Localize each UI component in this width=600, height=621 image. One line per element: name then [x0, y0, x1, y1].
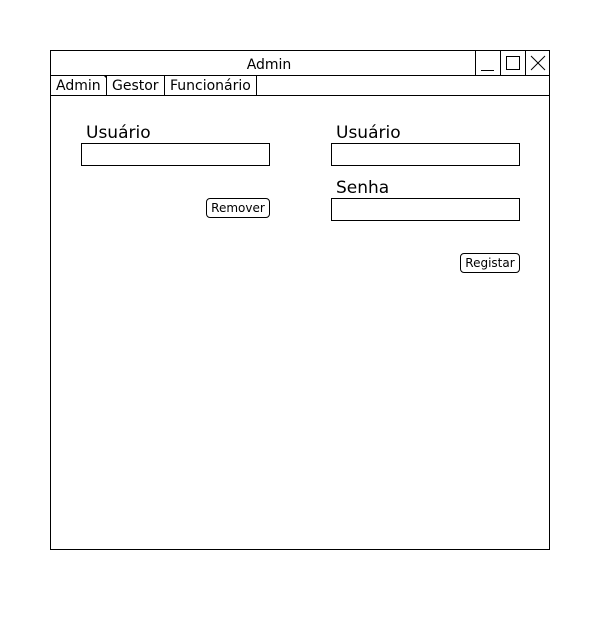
minimize-icon — [481, 70, 494, 71]
close-button[interactable] — [525, 51, 549, 75]
admin-window: Admin Admin Gestor Funcionário Usuário R… — [50, 50, 550, 550]
register-button[interactable]: Registar — [460, 253, 520, 273]
register-user-label: Usuário — [336, 123, 401, 143]
tab-funcionario-label: Funcionário — [170, 78, 251, 94]
maximize-icon — [506, 56, 520, 70]
register-user-input[interactable] — [331, 143, 520, 166]
tab-admin-label: Admin — [56, 78, 101, 94]
close-icon — [530, 55, 546, 71]
tab-gestor[interactable]: Gestor — [107, 76, 165, 95]
maximize-button[interactable] — [500, 51, 524, 75]
minimize-button[interactable] — [475, 51, 499, 75]
tab-bar: Admin Gestor Funcionário — [51, 75, 549, 96]
remove-button[interactable]: Remover — [206, 198, 270, 218]
tab-funcionario[interactable]: Funcionário — [165, 76, 257, 95]
remove-user-label: Usuário — [86, 123, 151, 143]
tab-gestor-label: Gestor — [112, 78, 159, 94]
password-label: Senha — [336, 178, 390, 198]
remove-user-input[interactable] — [81, 143, 270, 166]
window-title: Admin — [246, 57, 292, 73]
password-input[interactable] — [331, 198, 520, 221]
tab-admin[interactable]: Admin — [51, 75, 107, 95]
title-bar: Admin — [51, 51, 549, 76]
